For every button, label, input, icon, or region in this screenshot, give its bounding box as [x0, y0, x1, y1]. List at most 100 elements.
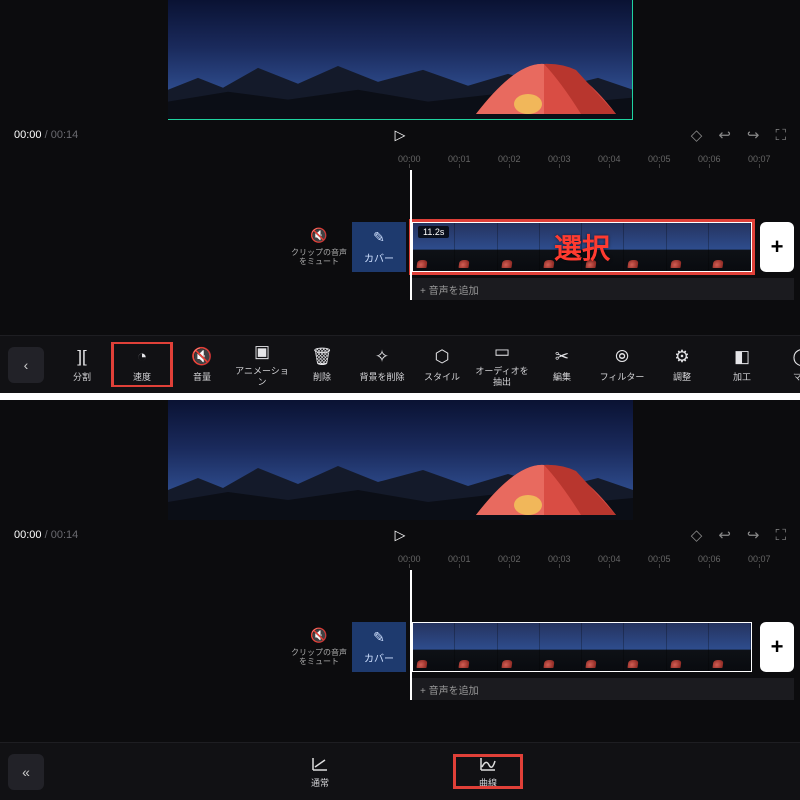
- adjust-icon: ⚙: [674, 347, 689, 367]
- video-clip[interactable]: [412, 622, 752, 672]
- tool-delete[interactable]: 🗑 削除: [292, 342, 352, 387]
- fullscreen-button[interactable]: ⛶: [775, 127, 786, 144]
- selection-annotation: 選択: [554, 227, 610, 267]
- pencil-icon: ✎: [373, 229, 385, 246]
- tool-label: 加工: [733, 372, 751, 382]
- back-button[interactable]: «: [8, 754, 44, 790]
- add-clip-button[interactable]: +: [760, 622, 794, 672]
- ruler-tick: 00:01: [448, 554, 471, 568]
- tool-extract[interactable]: ▭ オーディオを抽出: [472, 342, 532, 387]
- speed-icon: ◔: [137, 347, 147, 367]
- tool-label: オーディオを抽出: [472, 366, 532, 387]
- speed-curve[interactable]: 曲線: [454, 755, 522, 788]
- video-preview: [0, 0, 800, 118]
- ruler-tick: 00:07: [748, 554, 771, 568]
- play-button[interactable]: ▷: [395, 527, 406, 544]
- cover-button[interactable]: ✎ カバー: [352, 622, 406, 672]
- tool-label: 編集: [553, 372, 571, 382]
- ruler-tick: 00:06: [698, 554, 721, 568]
- undo-button[interactable]: ↩: [718, 126, 731, 144]
- ruler-tick: 00:00: [398, 554, 421, 568]
- preview-frame: [168, 400, 633, 520]
- tool-speed[interactable]: ◔ 速度: [112, 342, 172, 387]
- tent-graphic: [466, 62, 621, 117]
- ruler-tick: 00:07: [748, 154, 771, 168]
- timeline-ruler[interactable]: 00:0000:0100:0200:0300:0400:0500:0600:07: [0, 552, 800, 570]
- tool-split[interactable]: ][ 分割: [52, 342, 112, 387]
- pencil-icon: ✎: [373, 629, 385, 646]
- ruler-tick: 00:06: [698, 154, 721, 168]
- eraser-icon[interactable]: ◇: [691, 526, 703, 544]
- tool-label: 通常: [311, 778, 329, 788]
- back-button[interactable]: ‹: [8, 347, 44, 383]
- tool-label: 削除: [313, 372, 331, 382]
- edit-icon: ✂: [555, 347, 569, 367]
- delete-icon: 🗑: [311, 347, 333, 367]
- filter-icon: ⦾: [615, 347, 629, 367]
- timeline[interactable]: 🔇 クリップの音声をミュート ✎ カバー 11.2s 選択 + + 音声を追加: [0, 170, 800, 300]
- ruler-tick: 00:05: [648, 154, 671, 168]
- tool-effect[interactable]: ◧ 加工: [712, 342, 772, 387]
- mute-clip-button[interactable]: 🔇 クリップの音声をミュート: [288, 222, 350, 272]
- tool-label: マス: [793, 372, 800, 382]
- redo-button[interactable]: ↪: [747, 526, 760, 544]
- mute-clip-button[interactable]: 🔇 クリップの音声をミュート: [288, 622, 350, 672]
- speed-toolbar: « 通常 曲線: [0, 742, 800, 800]
- extract-icon: ▭: [494, 342, 510, 362]
- tool-anim[interactable]: ▣アニメーション: [232, 342, 292, 387]
- tool-label: 速度: [133, 372, 151, 382]
- ruler-tick: 00:04: [598, 554, 621, 568]
- timeline-ruler[interactable]: 00:0000:0100:0200:0300:0400:0500:0600:07: [0, 152, 800, 170]
- tool-label: 曲線: [479, 778, 497, 788]
- normal-icon: [311, 755, 329, 773]
- add-audio-row[interactable]: + 音声を追加: [412, 678, 794, 700]
- effect-icon: ◧: [734, 347, 750, 367]
- anim-icon: ▣: [254, 342, 270, 362]
- tool-volume[interactable]: 🔇 音量: [172, 342, 232, 387]
- tool-adjust[interactable]: ⚙ 調整: [652, 342, 712, 387]
- tool-label: 調整: [673, 372, 691, 382]
- timeline[interactable]: 🔇 クリップの音声をミュート ✎ カバー + + 音声を追加: [0, 570, 800, 700]
- tool-label: フィルター: [600, 372, 645, 382]
- tool-mask[interactable]: ◯ マス: [772, 342, 800, 387]
- tool-filter[interactable]: ⦾ フィルター: [592, 342, 652, 387]
- add-audio-row[interactable]: + 音声を追加: [412, 278, 794, 300]
- mask-icon: ◯: [792, 347, 800, 367]
- video-preview: [0, 400, 800, 518]
- tool-edit[interactable]: ✂ 編集: [532, 342, 592, 387]
- cover-button[interactable]: ✎ カバー: [352, 222, 406, 272]
- ruler-tick: 00:04: [598, 154, 621, 168]
- transport-bar: 00:00 / 00:14 ▷ ◇ ↩ ↪ ⛶: [0, 518, 800, 552]
- fullscreen-button[interactable]: ⛶: [775, 527, 786, 544]
- tool-style[interactable]: ⬡ スタイル: [412, 342, 472, 387]
- speed-normal[interactable]: 通常: [286, 755, 354, 788]
- ruler-tick: 00:05: [648, 554, 671, 568]
- tool-bgremove[interactable]: ✧ 背景を削除: [352, 342, 412, 387]
- tool-label: スタイル: [424, 372, 460, 382]
- tool-label: 背景を削除: [359, 372, 404, 382]
- play-button[interactable]: ▷: [395, 127, 406, 144]
- time-duration: 00:14: [51, 129, 79, 141]
- eraser-icon[interactable]: ◇: [691, 126, 703, 144]
- split-icon: ][: [77, 347, 86, 367]
- redo-button[interactable]: ↪: [747, 126, 760, 144]
- add-clip-button[interactable]: +: [760, 222, 794, 272]
- video-clip-selected[interactable]: 11.2s 選択: [412, 222, 752, 272]
- tool-label: 分割: [73, 372, 91, 382]
- tent-graphic: [466, 463, 621, 518]
- tool-label: 音量: [193, 372, 211, 382]
- playhead[interactable]: [410, 570, 412, 700]
- time-display: 00:00 / 00:14: [14, 529, 78, 541]
- style-icon: ⬡: [435, 347, 450, 367]
- tool-items: ][ 分割 ◔ 速度 🔇 音量 ▣アニメーション 🗑 削除 ✧ 背景を削除 ⬡ スタイル ▭ オーディオを抽…: [52, 342, 800, 387]
- time-current: 00:00: [14, 129, 42, 141]
- ruler-tick: 00:02: [498, 554, 521, 568]
- mute-icon: 🔇: [310, 227, 327, 244]
- playhead[interactable]: [410, 170, 412, 300]
- time-display: 00:00 / 00:14: [14, 129, 78, 141]
- volume-icon: 🔇: [191, 347, 212, 367]
- preview-frame: [168, 0, 633, 120]
- undo-button[interactable]: ↩: [718, 526, 731, 544]
- curve-icon: [479, 755, 497, 773]
- bgremove-icon: ✧: [375, 347, 389, 367]
